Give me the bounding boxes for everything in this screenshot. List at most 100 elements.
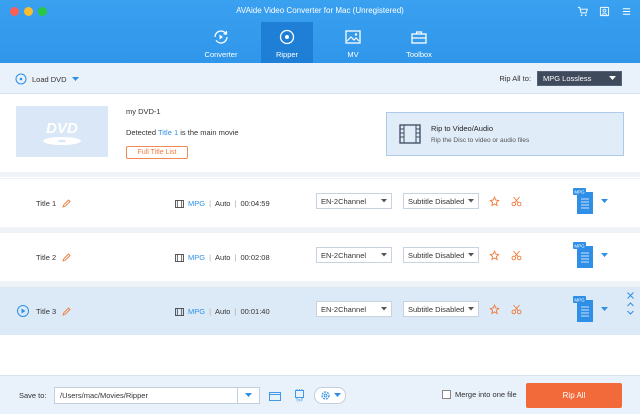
- title-name-label: Title 1: [36, 199, 57, 208]
- tab-toolbox[interactable]: Toolbox: [393, 22, 445, 63]
- svg-text:MPG: MPG: [574, 298, 585, 303]
- divider: |: [209, 199, 212, 208]
- edit-icon[interactable]: [62, 253, 71, 262]
- disc-info-panel: DVD my DVD-1 Detected Title 1 is the mai…: [0, 95, 640, 172]
- quality-label: Auto: [215, 307, 231, 316]
- audio-track-select[interactable]: EN-2Channel: [316, 301, 392, 317]
- scissors-icon[interactable]: [511, 196, 522, 207]
- chevron-down-icon[interactable]: [601, 253, 608, 258]
- tab-ripper[interactable]: Ripper: [261, 22, 313, 63]
- chevron-down-icon[interactable]: [601, 199, 608, 204]
- scissors-icon[interactable]: [511, 304, 522, 315]
- chevron-down-icon[interactable]: [601, 307, 608, 312]
- divider: |: [234, 307, 237, 316]
- settings-button[interactable]: [314, 387, 346, 404]
- effect-icon[interactable]: [489, 304, 500, 315]
- film-icon: [175, 307, 184, 316]
- tab-mv-label: MV: [347, 50, 359, 59]
- format-label: MPG: [188, 253, 206, 262]
- full-title-list-button[interactable]: Full Title List: [126, 146, 188, 159]
- gear-icon: [320, 391, 330, 400]
- film-icon: [175, 199, 184, 208]
- row-controls-icon[interactable]: [626, 291, 635, 317]
- window-title: AVAide Video Converter for Mac (Unregist…: [236, 6, 404, 15]
- audio-track-select[interactable]: EN-2Channel: [316, 193, 392, 209]
- title-meta: MPG | Auto | 00:01:40: [175, 307, 270, 316]
- divider: |: [209, 307, 212, 316]
- chevron-down-icon: [381, 307, 387, 311]
- tab-ripper-label: Ripper: [275, 50, 299, 59]
- audio-track-select[interactable]: EN-2Channel: [316, 247, 392, 263]
- chevron-down-icon: [609, 76, 616, 80]
- chevron-down-icon: [333, 393, 341, 397]
- audio-track-value: EN-2Channel: [321, 196, 367, 206]
- tab-mv[interactable]: MV: [327, 22, 379, 63]
- title-name: Title 1: [36, 199, 71, 208]
- output-format-icon[interactable]: MPG: [573, 187, 597, 215]
- load-dvd-button[interactable]: Load DVD: [15, 73, 79, 85]
- account-icon[interactable]: [598, 5, 610, 17]
- chevron-down-icon: [245, 393, 252, 397]
- merge-option[interactable]: Merge into one file: [442, 390, 517, 399]
- merge-label: Merge into one file: [455, 390, 517, 399]
- chevron-down-icon: [71, 76, 79, 81]
- merge-checkbox[interactable]: [442, 390, 451, 399]
- svg-text:OFF: OFF: [296, 399, 302, 403]
- toolbox-icon: [411, 31, 427, 44]
- rip-to-video-audio-option[interactable]: Rip to Video/Audio Rip the Disc to video…: [386, 112, 624, 156]
- title-meta: MPG | Auto | 00:02:08: [175, 253, 270, 262]
- effect-icon[interactable]: [489, 196, 500, 207]
- folder-icon: [269, 391, 281, 401]
- svg-text:MPG: MPG: [574, 190, 585, 195]
- save-to-label: Save to:: [19, 391, 47, 400]
- bottom-bar: Save to: /Users/mac/Movies/Ripper OFF Me…: [0, 375, 640, 414]
- film-icon: [175, 253, 184, 262]
- tab-converter[interactable]: Converter: [195, 22, 247, 63]
- scissors-icon[interactable]: [511, 250, 522, 261]
- quality-label: Auto: [215, 199, 231, 208]
- output-format-icon[interactable]: MPG: [573, 241, 597, 269]
- subtitle-value: Subtitle Disabled: [408, 196, 465, 206]
- main-title-link[interactable]: Title 1: [158, 128, 178, 137]
- hardware-acceleration-button[interactable]: OFF: [290, 387, 308, 404]
- title-row[interactable]: Title 2 MPG | Auto | 00:02:08 EN-2Channe…: [0, 232, 640, 281]
- mv-icon: [345, 30, 361, 44]
- effect-icon[interactable]: [489, 250, 500, 261]
- rip-all-to-label: Rip All to:: [499, 74, 531, 83]
- subtitle-select[interactable]: Subtitle Disabled: [403, 247, 479, 263]
- save-path-input[interactable]: /Users/mac/Movies/Ripper: [54, 387, 260, 404]
- play-button[interactable]: [17, 305, 29, 317]
- film-strip-icon: [399, 124, 421, 144]
- chevron-down-icon: [381, 253, 387, 257]
- save-path-dropdown[interactable]: [237, 388, 259, 403]
- open-folder-button[interactable]: [266, 387, 284, 404]
- title-row[interactable]: Title 1 MPG | Auto | 00:04:59 EN-2Channe…: [0, 178, 640, 227]
- title-row[interactable]: Title 3 MPG | Auto | 00:01:40 EN-2Channe…: [0, 286, 640, 335]
- title-name: Title 2: [36, 253, 71, 262]
- menu-icon[interactable]: [620, 5, 632, 17]
- divider: |: [209, 253, 212, 262]
- subtitle-value: Subtitle Disabled: [408, 304, 465, 314]
- audio-track-value: EN-2Channel: [321, 304, 367, 314]
- edit-icon[interactable]: [62, 199, 71, 208]
- svg-text:MPG: MPG: [574, 244, 585, 249]
- title-meta: MPG | Auto | 00:04:59: [175, 199, 270, 208]
- ripper-toolbar: Load DVD Rip All to: MPG Lossless: [0, 63, 640, 94]
- subtitle-select[interactable]: Subtitle Disabled: [403, 301, 479, 317]
- detected-prefix: Detected: [126, 128, 157, 137]
- rip-all-button[interactable]: Rip All: [526, 383, 622, 408]
- rip-all-format-select[interactable]: MPG Lossless: [537, 71, 622, 86]
- audio-track-value: EN-2Channel: [321, 250, 367, 260]
- main-nav: Converter Ripper MV Toolbox: [0, 22, 640, 63]
- title-name: Title 3: [36, 307, 71, 316]
- subtitle-select[interactable]: Subtitle Disabled: [403, 193, 479, 209]
- top-right-icons: [576, 5, 632, 17]
- main-movie-info: Detected Title 1 is the main movie: [126, 128, 239, 137]
- chevron-down-icon: [468, 253, 474, 257]
- divider: |: [234, 253, 237, 262]
- output-format-icon[interactable]: MPG: [573, 295, 597, 323]
- cart-icon[interactable]: [576, 5, 588, 17]
- subtitle-value: Subtitle Disabled: [408, 250, 465, 260]
- edit-icon[interactable]: [62, 307, 71, 316]
- dvd-logo-icon: DVD: [43, 120, 81, 145]
